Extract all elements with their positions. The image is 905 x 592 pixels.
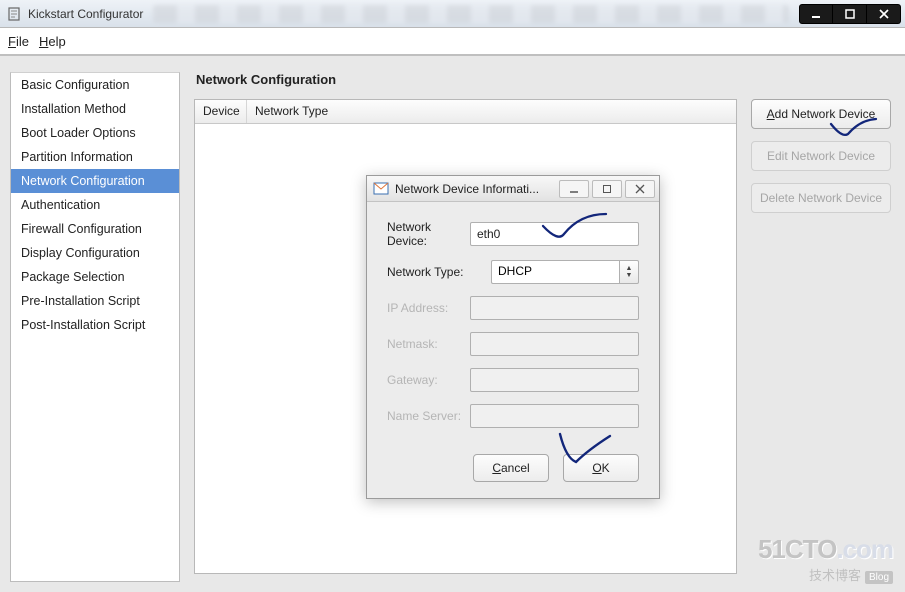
dialog-maximize-button[interactable] [592, 180, 622, 198]
label-netmask: Netmask: [387, 337, 470, 351]
app-icon [6, 6, 22, 22]
sidebar-item-postinstall[interactable]: Post-Installation Script [11, 313, 179, 337]
col-device[interactable]: Device [195, 100, 247, 123]
dialog-close-button[interactable] [625, 180, 655, 198]
label-nameserver: Name Server: [387, 409, 470, 423]
window-titlebar: Kickstart Configurator [0, 0, 905, 28]
menubar: File Help [0, 28, 905, 56]
sidebar-item-display[interactable]: Display Configuration [11, 241, 179, 265]
ok-button[interactable]: OK [563, 454, 639, 482]
sidebar-item-network[interactable]: Network Configuration [11, 169, 179, 193]
network-type-select[interactable]: DHCP ▲▼ [491, 260, 639, 284]
dialog-minimize-button[interactable] [559, 180, 589, 198]
col-network-type[interactable]: Network Type [247, 100, 736, 123]
sidebar-item-auth[interactable]: Authentication [11, 193, 179, 217]
edit-network-device-button: Edit Network Device [751, 141, 891, 171]
menu-file[interactable]: File [8, 34, 29, 49]
sidebar-item-preinstall[interactable]: Pre-Installation Script [11, 289, 179, 313]
network-device-dialog: Network Device Informati... Network Devi… [366, 175, 660, 499]
label-network-type: Network Type: [387, 265, 491, 279]
delete-network-device-button: Delete Network Device [751, 183, 891, 213]
dialog-title: Network Device Informati... [395, 182, 556, 196]
sidebar: Basic Configuration Installation Method … [10, 72, 180, 582]
menu-help[interactable]: Help [39, 34, 66, 49]
label-ip: IP Address: [387, 301, 470, 315]
sidebar-item-partition[interactable]: Partition Information [11, 145, 179, 169]
gateway-input [470, 368, 639, 392]
nameserver-input [470, 404, 639, 428]
label-gateway: Gateway: [387, 373, 470, 387]
window-maximize-button[interactable] [833, 4, 867, 24]
ip-input [470, 296, 639, 320]
window-close-button[interactable] [867, 4, 901, 24]
dialog-icon [373, 181, 389, 197]
sidebar-item-firewall[interactable]: Firewall Configuration [11, 217, 179, 241]
sidebar-item-bootloader[interactable]: Boot Loader Options [11, 121, 179, 145]
sidebar-item-packages[interactable]: Package Selection [11, 265, 179, 289]
cancel-button[interactable]: Cancel [473, 454, 549, 482]
window-title: Kickstart Configurator [28, 7, 143, 21]
network-device-input[interactable] [470, 222, 639, 246]
label-network-device: Network Device: [387, 220, 470, 248]
chevron-updown-icon[interactable]: ▲▼ [619, 260, 639, 284]
sidebar-item-basic[interactable]: Basic Configuration [11, 73, 179, 97]
add-network-device-button[interactable]: Add Network Device [751, 99, 891, 129]
netmask-input [470, 332, 639, 356]
titlebar-blur [153, 5, 789, 23]
page-title: Network Configuration [196, 72, 891, 87]
watermark: 51CTO.com 技术博客Blog [758, 534, 893, 584]
window-minimize-button[interactable] [799, 4, 833, 24]
network-type-value: DHCP [491, 260, 619, 284]
sidebar-item-install[interactable]: Installation Method [11, 97, 179, 121]
